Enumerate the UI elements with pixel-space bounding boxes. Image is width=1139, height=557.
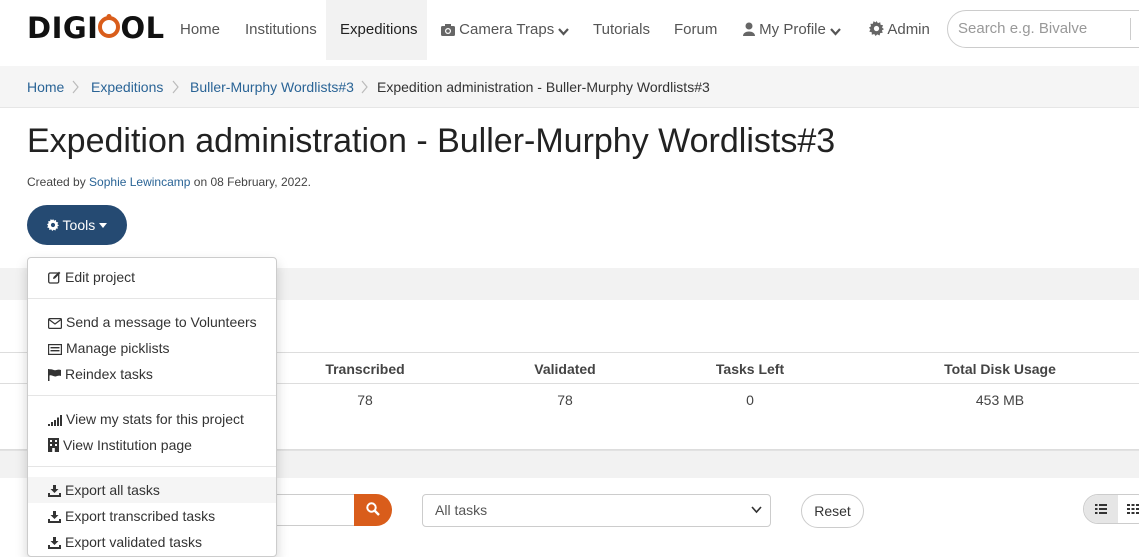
search-divider [1130, 18, 1131, 40]
nav-tutorials[interactable]: Tutorials [579, 0, 664, 60]
view-toggle [1083, 494, 1139, 524]
page-title: Expedition administration - Buller-Murph… [27, 122, 836, 160]
list-icon [1095, 504, 1107, 514]
breadcrumb-home[interactable]: Home [27, 66, 64, 108]
grid-icon [1127, 504, 1139, 514]
reset-button[interactable]: Reset [801, 494, 864, 528]
menu-divider [28, 298, 276, 299]
tools-dropdown-menu: Edit project Send a message to Volunteer… [27, 257, 277, 557]
menu-divider [28, 395, 276, 396]
download-icon [48, 537, 61, 549]
building-icon [48, 438, 59, 452]
edit-icon [48, 271, 61, 284]
gear-icon [869, 21, 884, 36]
nav-forum[interactable]: Forum [660, 0, 731, 60]
menu-manage-picklists[interactable]: Manage picklists [28, 335, 276, 361]
created-by-line: Created by Sophie Lewincamp on 08 Februa… [27, 175, 311, 189]
logo-o-mark [98, 12, 121, 44]
menu-divider [28, 466, 276, 467]
list-icon [48, 344, 63, 356]
chevron-right-icon [72, 80, 79, 94]
menu-send-message[interactable]: Send a message to Volunteers [28, 309, 276, 335]
header-transcribed: Transcribed [325, 361, 405, 377]
menu-export-all[interactable]: Export all tasks [28, 477, 276, 503]
gear-icon [46, 219, 59, 231]
envelope-icon [48, 318, 63, 330]
grid-view-button[interactable] [1119, 495, 1139, 523]
caret-down-icon [99, 223, 108, 228]
header-tasks-left: Tasks Left [715, 361, 785, 377]
nav-expeditions[interactable]: Expeditions [326, 0, 427, 60]
signal-icon [48, 415, 62, 426]
user-icon [743, 22, 755, 36]
chevron-down-icon [558, 28, 570, 36]
value-tasks-left: 0 [746, 392, 754, 408]
value-transcribed: 78 [357, 392, 373, 408]
camera-icon [441, 24, 455, 36]
chevron-right-icon [361, 80, 368, 94]
digivol-logo[interactable]: DIGI OL [27, 12, 165, 44]
chevron-right-icon [172, 80, 179, 94]
menu-reindex-tasks[interactable]: Reindex tasks [28, 361, 276, 387]
nav-institutions[interactable]: Institutions [231, 0, 331, 60]
chevron-down-icon [751, 506, 762, 514]
menu-edit-project[interactable]: Edit project [28, 264, 276, 290]
nav-home[interactable]: Home [166, 0, 234, 60]
value-disk-usage: 453 MB [975, 392, 1025, 408]
menu-view-my-stats[interactable]: View my stats for this project [28, 406, 276, 432]
search-icon [366, 502, 380, 516]
download-icon [48, 485, 61, 497]
site-search-input[interactable]: Search e.g. Bivalve [947, 10, 1139, 48]
menu-view-institution[interactable]: View Institution page [28, 432, 276, 458]
list-view-button[interactable] [1084, 495, 1118, 523]
menu-export-validated[interactable]: Export validated tasks [28, 529, 276, 555]
menu-export-transcribed[interactable]: Export transcribed tasks [28, 503, 276, 529]
download-icon [48, 511, 61, 523]
top-navbar: DIGI OL Home Institutions Expeditions Cam… [0, 0, 1139, 60]
creator-link[interactable]: Sophie Lewincamp [89, 175, 190, 189]
chevron-down-icon [830, 28, 841, 36]
header-validated: Validated [534, 361, 596, 377]
nav-admin[interactable]: Admin [855, 0, 944, 60]
breadcrumb-expeditions[interactable]: Expeditions [91, 66, 163, 108]
tools-button[interactable]: Tools [27, 205, 127, 245]
value-validated: 78 [557, 392, 573, 408]
breadcrumb-project[interactable]: Buller-Murphy Wordlists#3 [190, 66, 354, 108]
breadcrumb-current: Expedition administration - Buller-Murph… [377, 79, 710, 95]
task-search-button[interactable] [354, 494, 392, 526]
flag-icon [48, 369, 61, 381]
header-disk-usage: Total Disk Usage [944, 361, 1056, 377]
task-filter-select[interactable]: All tasks [422, 494, 771, 527]
nav-camera-traps[interactable]: Camera Traps [427, 0, 583, 60]
nav-my-profile[interactable]: My Profile [729, 0, 855, 60]
breadcrumb: Home Expeditions Buller-Murphy Wordlists… [0, 66, 1139, 108]
